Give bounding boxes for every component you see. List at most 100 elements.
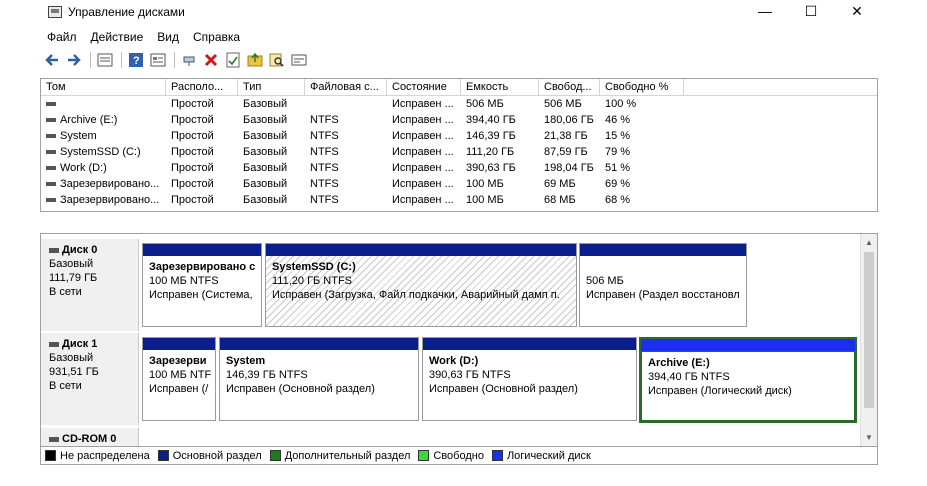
disk-1-label[interactable]: Диск 1 Базовый 931,51 ГБ В сети — [41, 333, 139, 425]
table-row[interactable]: Archive (E:) Простой Базовый NTFS Исправен .… — [41, 112, 877, 128]
disk-name: CD-ROM 0 — [62, 433, 117, 445]
disk-icon — [49, 247, 59, 253]
connect-icon[interactable] — [179, 50, 199, 70]
cell-text: Зарезервировано... — [60, 194, 160, 206]
console-icon[interactable] — [289, 50, 309, 70]
scrollbar-thumb[interactable] — [864, 252, 874, 408]
menu-help[interactable]: Справка — [186, 27, 247, 47]
search-icon[interactable] — [267, 50, 287, 70]
menu-view[interactable]: Вид — [150, 27, 186, 47]
volume-icon — [46, 134, 56, 139]
scroll-up-arrow-icon[interactable]: ▲ — [861, 234, 877, 251]
scroll-down-arrow-icon[interactable]: ▼ — [861, 429, 877, 446]
partition-reserved-disk1[interactable]: Зарезерви 100 МБ NTF Исправен (/ — [142, 337, 216, 421]
partition-name: System — [226, 355, 266, 367]
table-cell: 506 МБ — [461, 98, 539, 110]
cell-text: NTFS — [310, 114, 339, 126]
table-cell: 198,04 ГБ — [539, 162, 600, 174]
svg-text:?: ? — [133, 55, 140, 67]
disk-list-icon[interactable] — [95, 50, 115, 70]
disk-row-1[interactable]: Диск 1 Базовый 931,51 ГБ В сети Зарезерв… — [41, 333, 861, 425]
disk-0-label[interactable]: Диск 0 Базовый 111,79 ГБ В сети — [41, 239, 139, 331]
table-cell: Зарезервировано... — [41, 178, 166, 190]
table-cell: 21,38 ГБ — [539, 130, 600, 142]
partition-size: 100 МБ NTF — [149, 369, 212, 381]
table-row[interactable]: System Простой Базовый NTFS Исправен ... 146,… — [41, 128, 877, 144]
menu-action[interactable]: Действие — [84, 27, 151, 47]
table-cell: Исправен ... — [387, 162, 461, 174]
cell-text: 69 % — [605, 178, 631, 190]
column-header-free-percent[interactable]: Свободно % — [600, 79, 684, 95]
table-cell: Базовый — [238, 114, 305, 126]
volume-list-header: Том Располо... Тип Файловая с... Состоян… — [41, 79, 877, 96]
partition-status: Исправен (Загрузка, Файл подкачки, Авари… — [272, 289, 560, 301]
partition-recovery[interactable]: 506 МБ Исправен (Раздел восстановл — [579, 243, 747, 327]
disk-type: Базовый — [49, 352, 94, 364]
disk-name: Диск 1 — [62, 338, 98, 350]
column-header-filesystem[interactable]: Файловая с... — [305, 79, 387, 95]
partition-name: Зарезерви — [149, 355, 207, 367]
cell-text: 69 МБ — [544, 178, 576, 190]
cell-text: Исправен ... — [392, 162, 454, 174]
partition-bar — [266, 244, 576, 256]
cdrom-label[interactable]: CD-ROM 0 — [41, 428, 139, 446]
column-header-status[interactable]: Состояние — [387, 79, 461, 95]
column-header-volume[interactable]: Том — [41, 79, 166, 95]
partition-systemssd-c[interactable]: SystemSSD (C:) 111,20 ГБ NTFS Исправен (… — [265, 243, 577, 327]
menu-file[interactable]: Файл — [40, 27, 84, 47]
help-icon[interactable]: ? — [126, 50, 146, 70]
disk-size: 931,51 ГБ — [49, 366, 99, 378]
partition-work-d[interactable]: Work (D:) 390,63 ГБ NTFS Исправен (Основ… — [422, 337, 637, 421]
properties-icon[interactable] — [148, 50, 168, 70]
disk-status: В сети — [49, 286, 82, 298]
cell-text: 68 МБ — [544, 194, 576, 206]
table-cell: 100 МБ — [461, 178, 539, 190]
table-cell: 100 МБ — [461, 194, 539, 206]
cell-text: 100 МБ — [466, 194, 504, 206]
column-header-type[interactable]: Тип — [238, 79, 305, 95]
forward-arrow-icon[interactable] — [64, 50, 84, 70]
minimize-button[interactable]: — — [742, 0, 788, 24]
table-cell: Простой — [166, 162, 238, 174]
table-cell: NTFS — [305, 162, 387, 174]
table-cell: NTFS — [305, 114, 387, 126]
partition-archive-e[interactable]: Archive (E:) 394,40 ГБ NTFS Исправен (Ло… — [639, 337, 857, 423]
table-cell: Простой — [166, 194, 238, 206]
disk-row-cdrom[interactable]: CD-ROM 0 — [41, 428, 861, 446]
partition-reserved-disk0[interactable]: Зарезервировано с 100 МБ NTFS Исправен (… — [142, 243, 262, 327]
table-cell: Исправен ... — [387, 146, 461, 158]
open-folder-icon[interactable] — [245, 50, 265, 70]
cell-text: NTFS — [310, 130, 339, 142]
maximize-button[interactable]: ☐ — [788, 0, 834, 24]
disk-row-0[interactable]: Диск 0 Базовый 111,79 ГБ В сети Зарезерв… — [41, 239, 861, 331]
check-icon[interactable] — [223, 50, 243, 70]
column-header-layout[interactable]: Располо... — [166, 79, 238, 95]
partition-bar — [143, 244, 261, 256]
delete-icon[interactable] — [201, 50, 221, 70]
disk-map-scrollbar[interactable]: ▲ ▼ — [860, 234, 877, 446]
table-row[interactable]: Зарезервировано... Простой Базовый NTFS Испр… — [41, 192, 877, 208]
partition-size: 146,39 ГБ NTFS — [226, 369, 308, 381]
volume-list[interactable]: Том Располо... Тип Файловая с... Состоян… — [40, 78, 878, 212]
back-arrow-icon[interactable] — [42, 50, 62, 70]
partition-system[interactable]: System 146,39 ГБ NTFS Исправен (Основной… — [219, 337, 419, 421]
table-cell: NTFS — [305, 130, 387, 142]
partition-bar — [143, 338, 215, 350]
close-button[interactable]: ✕ — [834, 0, 880, 24]
partition-size: 111,20 ГБ NTFS — [272, 275, 353, 287]
table-cell: 87,59 ГБ — [539, 146, 600, 158]
cell-text: Базовый — [243, 98, 288, 110]
column-header-free-space[interactable]: Свобод... — [539, 79, 600, 95]
table-cell: NTFS — [305, 146, 387, 158]
table-row[interactable]: SystemSSD (C:) Простой Базовый NTFS Исправен… — [41, 144, 877, 160]
partition-status: Исправен (Основной раздел) — [226, 383, 375, 395]
table-cell: 79 % — [600, 146, 684, 158]
table-row[interactable]: Work (D:) Простой Базовый NTFS Исправен ... 3… — [41, 160, 877, 176]
cell-text: Исправен ... — [392, 194, 454, 206]
cell-text: Исправен ... — [392, 98, 454, 110]
column-header-capacity[interactable]: Емкость — [461, 79, 539, 95]
table-row[interactable]: Зарезервировано... Простой Базовый NTFS Испр… — [41, 176, 877, 192]
cell-text: 111,20 ГБ — [466, 146, 515, 158]
table-row[interactable]: Простой Базовый Исправен ... 506 МБ 506 МБ 10… — [41, 96, 877, 112]
disk-icon — [49, 341, 59, 347]
